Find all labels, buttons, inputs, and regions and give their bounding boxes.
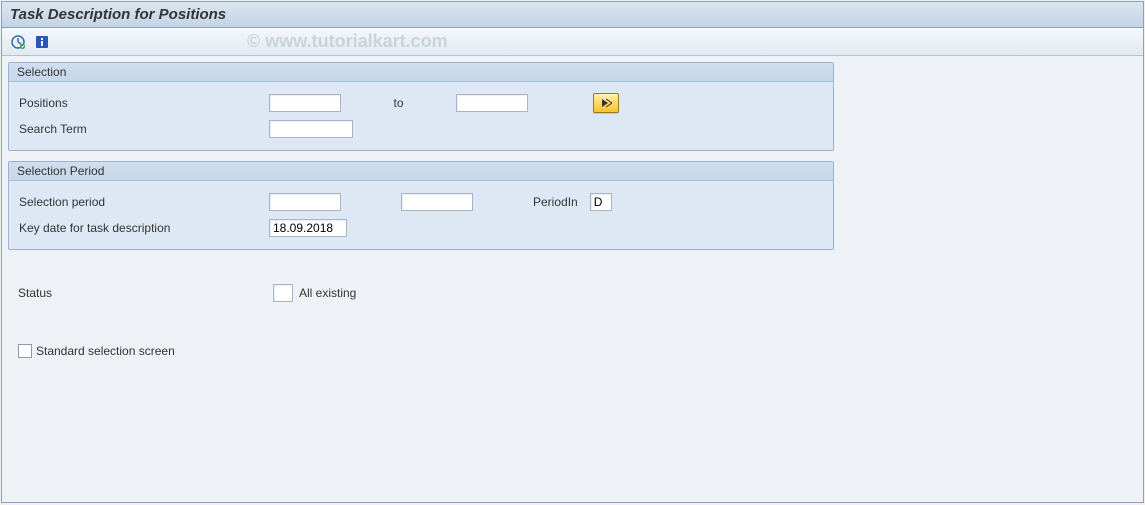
key-date-row: Key date for task description (19, 217, 823, 239)
search-term-row: Search Term (19, 118, 823, 140)
positions-label: Positions (19, 96, 269, 110)
selection-period-group: Selection Period Selection period Period… (8, 161, 834, 250)
app-window: Task Description for Positions © www.tut… (1, 1, 1144, 503)
plain-fields: Status All existing Standard selection s… (8, 260, 1137, 384)
status-text: All existing (299, 286, 356, 300)
positions-to-input[interactable] (456, 94, 528, 112)
status-input[interactable] (273, 284, 293, 302)
std-selection-label: Standard selection screen (36, 344, 175, 358)
arrow-right-icon (600, 97, 612, 109)
selection-period-row: Selection period PeriodIn (19, 191, 823, 213)
toolbar: © www.tutorialkart.com (2, 28, 1143, 56)
search-term-input[interactable] (269, 120, 353, 138)
period-in-label: PeriodIn (533, 195, 578, 209)
std-selection-checkbox[interactable] (18, 344, 32, 358)
selection-group-title: Selection (9, 63, 833, 82)
selection-period-to-input[interactable] (401, 193, 473, 211)
period-in-input[interactable] (590, 193, 612, 211)
multiple-selection-button[interactable] (593, 93, 619, 113)
selection-period-from-input[interactable] (269, 193, 341, 211)
content-area: Selection Positions to Search Term (2, 56, 1143, 390)
status-row: Status All existing (18, 282, 1127, 304)
positions-from-input[interactable] (269, 94, 341, 112)
page-title: Task Description for Positions (10, 6, 226, 23)
execute-button[interactable] (8, 32, 28, 52)
std-selection-row: Standard selection screen (18, 340, 1127, 362)
clock-execute-icon (10, 34, 26, 50)
info-button[interactable] (32, 32, 52, 52)
selection-period-label: Selection period (19, 195, 269, 209)
search-term-label: Search Term (19, 122, 269, 136)
positions-row: Positions to (19, 92, 823, 114)
key-date-input[interactable] (269, 219, 347, 237)
status-label: Status (18, 286, 273, 300)
title-bar: Task Description for Positions (2, 2, 1143, 28)
info-icon (34, 34, 50, 50)
selection-period-group-title: Selection Period (9, 162, 833, 181)
key-date-label: Key date for task description (19, 221, 269, 235)
selection-group: Selection Positions to Search Term (8, 62, 834, 151)
watermark-text: © www.tutorialkart.com (247, 31, 448, 52)
to-label: to (341, 96, 456, 110)
